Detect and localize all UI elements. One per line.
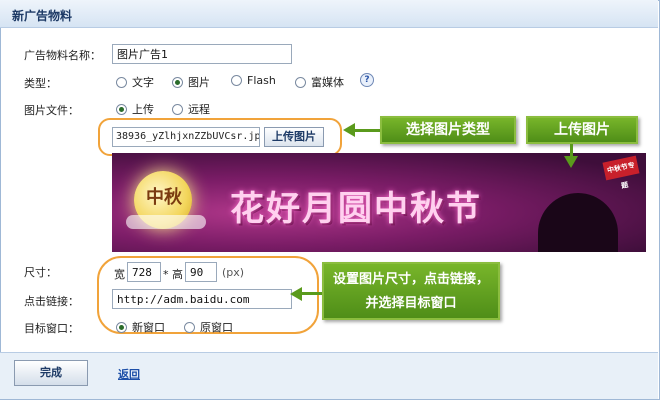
arrow-set-size	[300, 292, 322, 295]
file-source-upload[interactable]: 上传	[116, 101, 154, 117]
height-input[interactable]	[185, 262, 217, 282]
footer-bar	[0, 352, 658, 399]
link-label: 点击链接：	[24, 295, 79, 308]
file-source-remote[interactable]: 远程	[172, 101, 210, 117]
file-name-field[interactable]: 38936_yZlhjxnZZbUVCsr.jpg	[112, 127, 260, 147]
name-input[interactable]	[112, 44, 292, 64]
banner-title: 花好月圆中秋节	[230, 189, 482, 229]
arrow-select-type	[352, 129, 380, 132]
upload-image-button[interactable]: 上传图片	[264, 127, 324, 147]
stamp-badge: 中秋节专题	[602, 155, 640, 190]
annotation-set-size: 设置图片尺寸，点击链接，并选择目标窗口	[322, 262, 500, 320]
dialog-title: 新广告物料	[12, 9, 73, 23]
file-label: 图片文件：	[24, 104, 79, 117]
radio-icon	[295, 76, 306, 88]
radio-icon	[231, 75, 242, 86]
target-option-same-window[interactable]: 原窗口	[184, 319, 233, 335]
cloud-graphic	[126, 215, 206, 229]
target-option-new-window[interactable]: 新窗口	[116, 319, 165, 335]
title-bar: 新广告物料	[0, 0, 658, 28]
done-button[interactable]: 完成	[14, 360, 88, 386]
type-option-flash[interactable]: Flash	[231, 74, 276, 87]
height-label: * 高	[163, 268, 183, 281]
target-label: 目标窗口：	[24, 322, 79, 335]
unit-label: (px)	[222, 266, 245, 279]
type-option-richmedia[interactable]: 富媒体	[295, 74, 344, 90]
help-icon[interactable]: ?	[360, 73, 374, 87]
radio-icon	[184, 321, 195, 333]
type-option-image[interactable]: 图片	[172, 74, 210, 90]
annotation-select-type: 选择图片类型	[380, 116, 516, 144]
radio-icon	[116, 76, 127, 88]
radio-icon	[172, 103, 183, 115]
radio-checked-icon	[116, 321, 127, 333]
width-label: 宽	[114, 268, 125, 281]
arrow-head-left-icon	[343, 123, 355, 137]
moon-text: 中秋	[146, 187, 182, 208]
tree-silhouette	[538, 193, 618, 252]
back-link[interactable]: 返回	[118, 366, 140, 382]
width-input[interactable]	[127, 262, 161, 282]
type-label: 类型：	[24, 77, 57, 90]
annotation-upload-image: 上传图片	[526, 116, 638, 144]
name-label: 广告物料名称：	[24, 49, 101, 62]
radio-checked-icon	[172, 76, 183, 88]
radio-checked-icon	[116, 103, 127, 115]
type-option-text[interactable]: 文字	[116, 74, 154, 90]
arrow-head-down-icon	[564, 156, 578, 168]
size-label: 尺寸：	[24, 266, 57, 279]
link-input[interactable]	[112, 289, 292, 309]
